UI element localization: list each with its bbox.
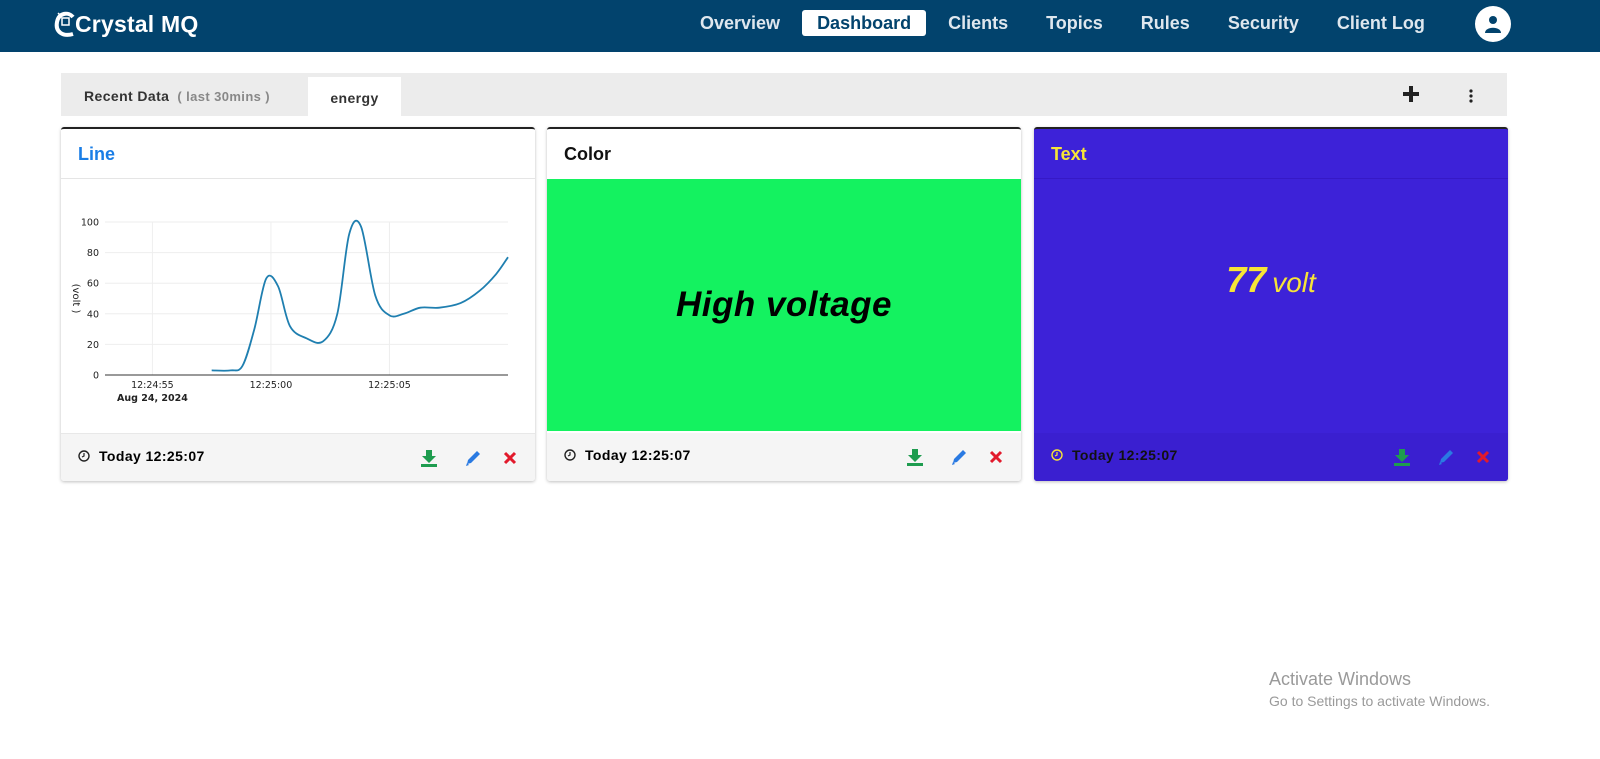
edit-icon[interactable]	[464, 448, 482, 468]
y-tick-label: 80	[87, 248, 99, 259]
widget-title: Text	[1034, 129, 1508, 179]
nav-topics[interactable]: Topics	[1030, 10, 1119, 36]
color-value-text: High voltage	[675, 285, 893, 324]
widget-actions	[904, 447, 1014, 467]
nav-overview[interactable]: Overview	[700, 10, 796, 36]
widget-title: Line	[61, 129, 535, 179]
widget-footer: Today 12:25:07	[547, 433, 1021, 481]
windows-activation-watermark: Activate Windows Go to Settings to activ…	[1269, 669, 1490, 709]
main-nav: Overview Dashboard Clients Topics Rules …	[700, 10, 1447, 36]
tab-recent-range: ( last 30mins )	[177, 89, 271, 104]
color-indicator: High voltage	[547, 179, 1021, 431]
watermark-subtitle: Go to Settings to activate Windows.	[1269, 693, 1490, 709]
user-menu-button[interactable]	[1475, 6, 1511, 42]
y-tick-label: 100	[81, 218, 99, 229]
x-tick-label: 12:25:05	[368, 380, 411, 391]
widget-color: Color High voltage Today 12:25:07	[547, 127, 1021, 481]
edit-icon[interactable]	[1437, 447, 1455, 467]
download-icon[interactable]	[906, 447, 924, 467]
timestamp-text: Today 12:25:07	[585, 447, 691, 463]
widget-text: Text 77 volt Today 12:25:07	[1034, 127, 1508, 481]
y-axis-label: (volt )	[70, 284, 81, 314]
user-icon	[1485, 16, 1501, 33]
widget-footer: Today 12:25:07	[61, 433, 535, 481]
text-value: 77 volt	[1034, 259, 1508, 301]
more-options-icon[interactable]	[1463, 85, 1479, 107]
x-tick-label: 12:25:00	[250, 380, 293, 391]
widget-timestamp: Today 12:25:07	[564, 447, 691, 463]
nav-rules[interactable]: Rules	[1125, 10, 1206, 36]
add-widget-icon[interactable]	[1401, 82, 1421, 106]
edit-icon[interactable]	[950, 447, 968, 467]
clock-icon	[78, 450, 90, 462]
dashboard-tabbar: Recent Data ( last 30mins ) energy	[61, 73, 1507, 116]
timestamp-text: Today 12:25:07	[99, 448, 205, 464]
widget-actions	[1391, 447, 1501, 467]
delete-icon[interactable]	[1474, 447, 1492, 467]
y-tick-label: 60	[87, 279, 99, 290]
delete-icon[interactable]	[987, 447, 1005, 467]
widget-timestamp: Today 12:25:07	[78, 448, 205, 464]
nav-clients[interactable]: Clients	[932, 10, 1024, 36]
widget-footer: Today 12:25:07	[1034, 433, 1508, 481]
download-icon[interactable]	[1393, 447, 1411, 467]
y-tick-label: 20	[87, 340, 99, 351]
x-tick-label: 12:24:55	[131, 380, 174, 391]
nav-client-log[interactable]: Client Log	[1321, 10, 1441, 36]
brand-logo[interactable]: Crystal MQ	[53, 6, 198, 42]
clock-icon	[1051, 449, 1063, 461]
tab-recent-label: Recent Data	[84, 88, 170, 104]
brand-name: Crystal MQ	[75, 10, 199, 37]
widget-title: Color	[564, 144, 611, 164]
line-chart: 0 20 40 60 80 100 12:24:55 12:25:00 12:25:05 Aug …	[70, 218, 509, 404]
tab-recent-data[interactable]: Recent Data ( last 30mins )	[84, 73, 270, 116]
watermark-title: Activate Windows	[1269, 669, 1412, 689]
y-tick-label: 40	[87, 309, 99, 320]
nav-security[interactable]: Security	[1212, 10, 1315, 36]
crystal-logo-icon	[54, 11, 75, 37]
y-tick-label: 0	[93, 371, 99, 382]
delete-icon[interactable]	[501, 448, 519, 468]
series-line	[211, 219, 509, 372]
timestamp-text: Today 12:25:07	[1072, 447, 1178, 463]
nav-dashboard[interactable]: Dashboard	[802, 10, 927, 36]
widget-timestamp: Today 12:25:07	[1051, 447, 1178, 463]
x-tick-date-label: Aug 24, 2024	[117, 393, 188, 404]
widget-actions	[418, 448, 528, 468]
tab-energy[interactable]: energy	[308, 77, 401, 116]
text-value-unit: volt	[1272, 267, 1316, 298]
widget-line: Line 0 20 40 60 80 100 12:24:55 12:25:00 12:25:0…	[61, 127, 535, 481]
text-value-number: 77	[1226, 259, 1267, 300]
clock-icon	[564, 449, 576, 461]
top-navbar: Crystal MQ Overview Dashboard Clients To…	[0, 0, 1600, 52]
download-icon[interactable]	[420, 448, 438, 468]
